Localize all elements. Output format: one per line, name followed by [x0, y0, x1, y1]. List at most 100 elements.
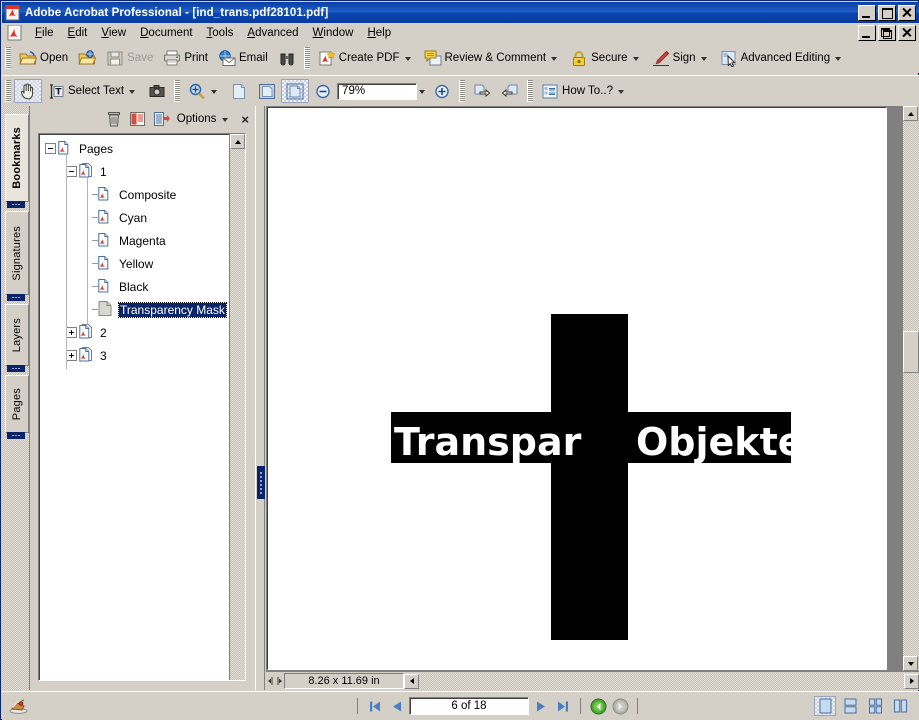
bookmarks-tab-grip[interactable]	[7, 201, 25, 208]
close-button[interactable]	[898, 4, 916, 21]
zoom-in-tool-button[interactable]	[183, 79, 225, 103]
zoom-tool-chevron-down-icon[interactable]	[211, 90, 218, 94]
maximize-button[interactable]	[878, 4, 896, 21]
first-page-button[interactable]	[365, 697, 385, 715]
email-button[interactable]: Email	[213, 46, 273, 70]
zoom-level-chevron-down-icon[interactable]	[419, 90, 426, 94]
go-forward-button[interactable]	[610, 697, 630, 715]
layout-single-page-button[interactable]	[814, 696, 836, 716]
minimize-button[interactable]	[858, 4, 876, 21]
review-comment-button[interactable]: Review & Comment	[419, 46, 566, 70]
menu-document[interactable]: Document	[133, 25, 199, 41]
how-to-button[interactable]: How To..?	[536, 79, 632, 103]
fit-visible-button[interactable]	[281, 79, 310, 103]
zoom-level-input[interactable]: 79%	[337, 82, 418, 100]
expand-toggle-icon[interactable]	[66, 327, 77, 338]
page-size-resize-icon[interactable]	[266, 673, 284, 689]
document-close-button[interactable]	[898, 25, 916, 41]
go-back-button[interactable]	[588, 697, 608, 715]
search-button[interactable]	[273, 46, 301, 70]
zoom-out-button[interactable]	[309, 79, 337, 103]
view-history-grip[interactable]	[459, 80, 466, 102]
sidebar-item-signatures[interactable]: Signatures	[5, 211, 29, 295]
menu-window[interactable]: Window	[306, 25, 361, 41]
bookmarks-scroll-up-button[interactable]	[230, 134, 245, 149]
bookmarks-scrollbar[interactable]	[229, 134, 245, 680]
bookmark-tree-item[interactable]: Pages	[39, 137, 229, 160]
new-bookmark-icon[interactable]	[153, 110, 171, 128]
bookmark-tree-item[interactable]: Yellow	[39, 252, 229, 275]
sign-chevron-down-icon[interactable]	[700, 57, 707, 61]
layout-continuous-button[interactable]	[839, 696, 861, 716]
secure-button[interactable]: Secure	[565, 46, 646, 70]
select-text-button[interactable]: T Select Text	[42, 79, 143, 103]
sidebar-item-layers[interactable]: Layers	[5, 304, 29, 366]
bookmark-book-icon[interactable]	[129, 110, 147, 128]
zoom-in-button[interactable]	[428, 79, 456, 103]
howto-grip[interactable]	[527, 80, 534, 102]
splitter-grip[interactable]	[257, 466, 265, 499]
trash-icon[interactable]	[105, 110, 123, 128]
menu-help[interactable]: Help	[360, 25, 398, 41]
secure-chevron-down-icon[interactable]	[632, 57, 639, 61]
options-chevron-down-icon[interactable]	[222, 118, 229, 122]
close-panel-icon[interactable]: ×	[241, 113, 249, 126]
hand-tool-button[interactable]	[14, 79, 42, 103]
tools-grip[interactable]	[5, 80, 11, 102]
pages-tab-grip[interactable]	[7, 432, 25, 439]
zoom-grip[interactable]	[174, 80, 181, 102]
sidebar-item-bookmarks[interactable]: Bookmarks	[5, 114, 29, 202]
next-page-button[interactable]	[531, 697, 551, 715]
create-pdf-button[interactable]: Create PDF	[313, 46, 419, 70]
last-page-button[interactable]	[553, 697, 573, 715]
collapse-toggle-icon[interactable]	[66, 166, 77, 177]
menu-edit[interactable]: Edit	[61, 25, 95, 41]
toolbar-grip[interactable]	[5, 47, 11, 69]
previous-page-button[interactable]	[387, 697, 407, 715]
menu-advanced[interactable]: Advanced	[240, 25, 305, 41]
review-comment-chevron-down-icon[interactable]	[551, 57, 558, 61]
document-scroll-up-button[interactable]	[903, 106, 918, 121]
page-number-input[interactable]: 6 of 18	[409, 697, 529, 715]
panel-splitter[interactable]	[255, 106, 265, 690]
options-button[interactable]: Options	[177, 113, 232, 125]
bookmark-tree-item[interactable]: 1	[39, 160, 229, 183]
document-horizontal-scroll-track[interactable]	[419, 673, 904, 689]
menu-view[interactable]: View	[94, 25, 133, 41]
bookmark-tree-item[interactable]: Cyan	[39, 206, 229, 229]
sidebar-item-pages[interactable]: Pages	[5, 375, 29, 433]
select-text-chevron-down-icon[interactable]	[129, 90, 136, 94]
document-scroll-down-button[interactable]	[903, 656, 918, 671]
previous-view-button[interactable]	[468, 79, 496, 103]
bookmark-tree-item[interactable]: Transparency Mask	[39, 298, 229, 321]
advanced-editing-button[interactable]: Advanced Editing	[715, 46, 850, 70]
cake-slice-icon[interactable]	[6, 696, 30, 716]
document-restore-button[interactable]	[878, 25, 896, 41]
toolbar-grip-tasks[interactable]	[303, 47, 310, 69]
layers-tab-grip[interactable]	[7, 365, 25, 372]
bookmark-tree-item[interactable]: Magenta	[39, 229, 229, 252]
signatures-tab-grip[interactable]	[7, 294, 25, 301]
fit-width-button[interactable]	[253, 79, 281, 103]
bookmark-tree-item[interactable]: Composite	[39, 183, 229, 206]
menu-tools[interactable]: Tools	[200, 25, 241, 41]
layout-continuous-facing-button[interactable]	[889, 696, 911, 716]
document-scroll-right-button[interactable]	[904, 673, 919, 689]
document-vertical-scrollbar[interactable]	[903, 106, 919, 671]
bookmark-tree-item[interactable]: 2	[39, 321, 229, 344]
document-scroll-thumb[interactable]	[903, 331, 919, 373]
snapshot-button[interactable]	[143, 79, 171, 103]
bookmark-tree-item[interactable]: 3	[39, 344, 229, 367]
menu-file[interactable]: File	[28, 25, 61, 41]
how-to-chevron-down-icon[interactable]	[617, 90, 624, 94]
document-minimize-button[interactable]	[858, 25, 876, 41]
organizer-button[interactable]	[73, 46, 101, 70]
advanced-editing-chevron-down-icon[interactable]	[835, 57, 842, 61]
pdf-page-canvas[interactable]: Transpar Objekte	[267, 107, 887, 670]
create-pdf-chevron-down-icon[interactable]	[404, 57, 411, 61]
collapse-toggle-icon[interactable]	[45, 143, 56, 154]
next-view-button[interactable]	[496, 79, 524, 103]
bookmark-tree-item[interactable]: Black	[39, 275, 229, 298]
layout-facing-button[interactable]	[864, 696, 886, 716]
expand-toggle-icon[interactable]	[66, 350, 77, 361]
